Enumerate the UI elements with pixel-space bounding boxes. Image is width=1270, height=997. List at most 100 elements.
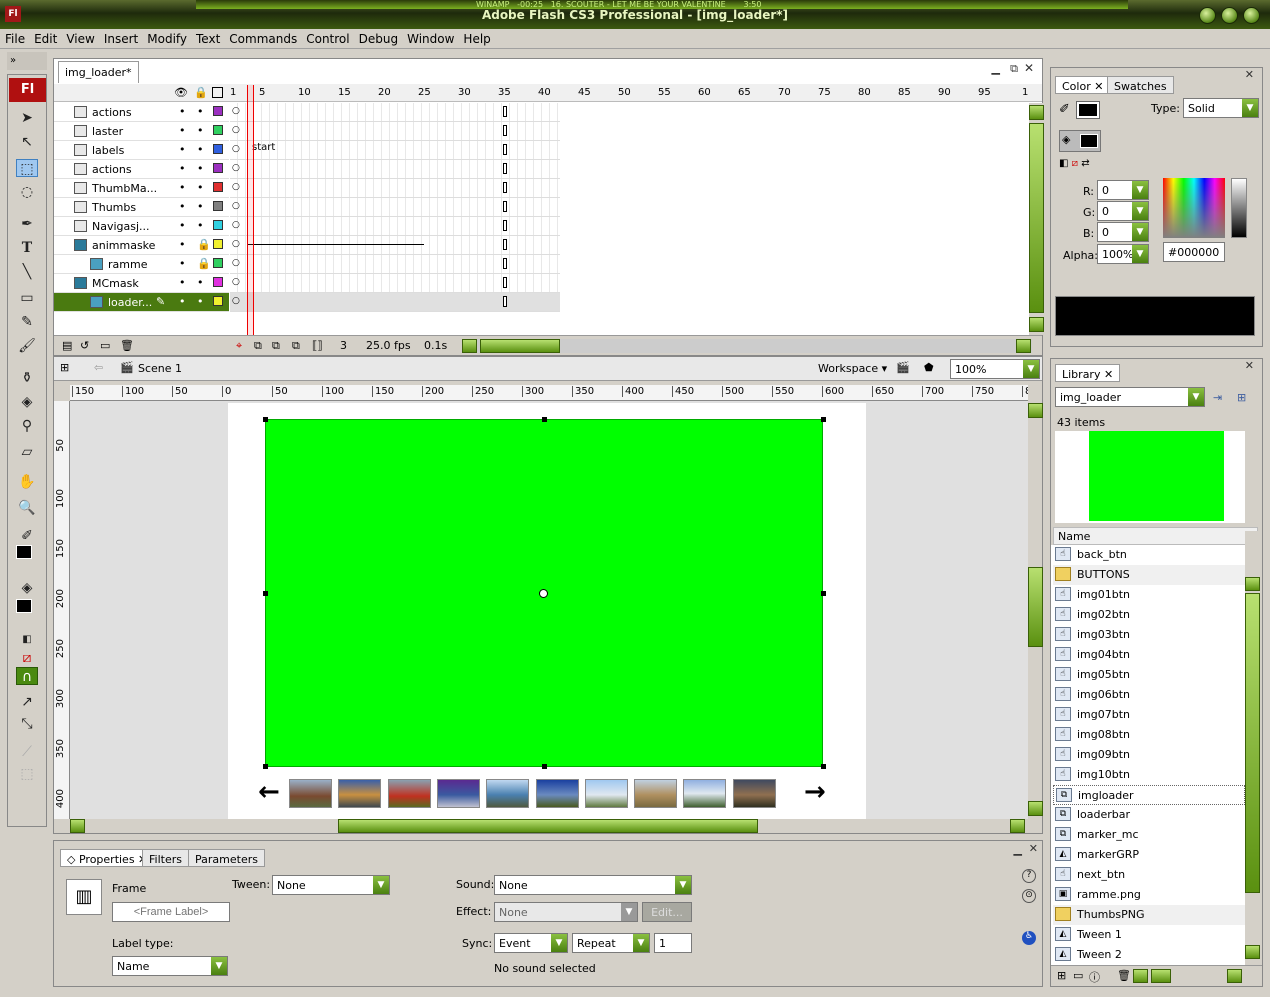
frame-row[interactable]: ○ — [230, 255, 560, 274]
scroll-thumb[interactable] — [1028, 567, 1043, 647]
menu-edit[interactable]: Edit — [29, 29, 61, 46]
thumbnail-button[interactable] — [387, 779, 431, 808]
target-icon[interactable]: ⊙ — [1022, 889, 1036, 903]
scale-icon[interactable]: ⬚ — [16, 765, 38, 783]
frame-number[interactable]: 15 — [338, 87, 351, 98]
transform-handle[interactable] — [263, 764, 268, 769]
frame-row[interactable]: ○ — [230, 217, 560, 236]
layer-row[interactable]: Navigasj... • • — [54, 217, 229, 236]
layer-outline-swatch[interactable] — [213, 144, 223, 154]
scroll-left-icon[interactable] — [1133, 969, 1148, 983]
scroll-right-icon[interactable] — [1227, 969, 1242, 983]
chevron-down-icon[interactable]: ▼ — [621, 903, 637, 921]
frame-row[interactable]: ○ — [230, 179, 560, 198]
layer-name[interactable]: Navigasj... — [92, 220, 150, 233]
scroll-down-icon[interactable] — [1245, 945, 1260, 959]
transform-handle[interactable] — [263, 417, 268, 422]
layer-row[interactable]: labels • • — [54, 141, 229, 160]
frame-number[interactable]: 85 — [898, 87, 911, 98]
tab-library[interactable]: Library ✕ — [1055, 364, 1121, 382]
scroll-thumb[interactable] — [1245, 593, 1260, 893]
lock-toggle[interactable]: • — [197, 295, 204, 308]
layer-outline-swatch[interactable] — [213, 296, 223, 306]
playhead[interactable] — [247, 85, 254, 337]
frame-number[interactable]: 75 — [818, 87, 831, 98]
registration-point[interactable] — [539, 589, 548, 598]
layer-name[interactable]: laster — [92, 125, 123, 138]
rectangle-tool-icon[interactable]: ▭ — [16, 289, 38, 307]
eraser-tool-icon[interactable]: ▱ — [16, 443, 38, 461]
layer-name[interactable]: actions — [92, 163, 132, 176]
frame-number[interactable]: 70 — [778, 87, 791, 98]
library-item[interactable]: ☝ img10btn — [1053, 765, 1245, 785]
layer-outline-swatch[interactable] — [213, 220, 223, 230]
layer-name[interactable]: labels — [92, 144, 124, 157]
hex-input[interactable]: #000000 — [1163, 242, 1225, 262]
menu-text[interactable]: Text — [191, 29, 224, 46]
pencil-tool-icon[interactable]: ✎ — [16, 313, 38, 331]
scroll-thumb[interactable] — [1029, 123, 1044, 313]
maximize-icon[interactable] — [1221, 7, 1238, 24]
transform-handle[interactable] — [542, 417, 547, 422]
layer-row[interactable]: actions • • — [54, 160, 229, 179]
scroll-left-icon[interactable] — [70, 819, 85, 833]
library-item[interactable]: ◭ Tween 1 — [1053, 925, 1245, 945]
library-item[interactable]: BUTTONS — [1053, 565, 1245, 585]
layer-row[interactable]: laster • • — [54, 122, 229, 141]
frame-row[interactable]: ○ — [230, 293, 560, 312]
lasso-tool-icon[interactable]: ◌ — [16, 183, 38, 201]
new-library-panel-icon[interactable]: ⊞ — [1237, 391, 1246, 404]
frame-number[interactable]: 10 — [298, 87, 311, 98]
hscroll-thumb[interactable] — [1151, 969, 1171, 983]
timeline-toggle-icon[interactable]: ⊞ — [60, 361, 69, 374]
tab-parameters[interactable]: Parameters — [188, 849, 265, 867]
visibility-dot[interactable]: • — [179, 162, 186, 175]
frame-row[interactable]: ○ — [230, 103, 560, 122]
layer-row[interactable]: Thumbs • • — [54, 198, 229, 217]
visibility-dot[interactable]: • — [179, 238, 186, 251]
edit-scene-icon[interactable]: 🎬 — [896, 361, 910, 374]
layer-name[interactable]: actions — [92, 106, 132, 119]
frame-number[interactable]: 1 — [1022, 87, 1028, 98]
library-item[interactable]: ☝ back_btn — [1053, 545, 1245, 565]
layer-outline-swatch[interactable] — [213, 125, 223, 135]
chevron-down-icon[interactable]: ▼ — [551, 934, 567, 952]
frame-row[interactable]: ○ — [230, 274, 560, 293]
layer-name[interactable]: loader... — [108, 296, 152, 309]
next-arrow-icon[interactable]: → — [804, 777, 826, 807]
library-item[interactable]: ☝ img05btn — [1053, 665, 1245, 685]
fill-color-swatch[interactable] — [16, 599, 32, 613]
panel-close-icon[interactable]: ✕ — [1245, 359, 1254, 372]
new-folder-icon[interactable]: ▭ — [1073, 969, 1083, 982]
layer-row[interactable]: ThumbMa... • • — [54, 179, 229, 198]
b-input[interactable]: 0 ▼ — [1097, 222, 1149, 242]
scene-name[interactable]: Scene 1 — [138, 362, 182, 375]
frame-number[interactable]: 60 — [698, 87, 711, 98]
transform-handle[interactable] — [542, 764, 547, 769]
sync-select[interactable]: Event ▼ — [494, 933, 568, 953]
edit-symbols-icon[interactable]: ⬟ — [924, 361, 934, 374]
edit-multiple-frames-icon[interactable]: ⧉ — [292, 339, 300, 353]
thumbnail-button[interactable] — [436, 779, 480, 808]
chevron-down-icon[interactable]: ▼ — [1132, 245, 1148, 263]
panel-close-icon[interactable]: ✕ — [1245, 68, 1254, 81]
frame-number[interactable]: 65 — [738, 87, 751, 98]
layer-row[interactable]: MCmask • • — [54, 274, 229, 293]
layer-name[interactable]: Thumbs — [92, 201, 136, 214]
layer-outline-swatch[interactable] — [213, 182, 223, 192]
tab-swatches[interactable]: Swatches — [1107, 76, 1174, 94]
timeline-vscroll[interactable] — [1029, 103, 1044, 335]
visibility-dot[interactable]: • — [179, 181, 186, 194]
stage-vscroll[interactable] — [1028, 401, 1043, 819]
name-column-header[interactable]: Name — [1053, 527, 1258, 545]
library-item[interactable]: ⧉ loaderbar — [1053, 805, 1245, 825]
zoom-select[interactable]: 100% ▼ — [950, 359, 1040, 379]
menu-control[interactable]: Control — [301, 29, 353, 46]
layer-name[interactable]: animmaske — [92, 239, 155, 252]
layer-row[interactable]: actions • • — [54, 103, 229, 122]
visibility-dot[interactable]: • — [179, 295, 186, 308]
rotate-skew-icon[interactable]: ⟋ — [16, 743, 38, 761]
free-transform-tool-icon[interactable]: ⬚ — [16, 159, 38, 177]
thumbnail-button[interactable] — [289, 779, 332, 808]
lock-toggle[interactable]: 🔒 — [197, 238, 211, 251]
